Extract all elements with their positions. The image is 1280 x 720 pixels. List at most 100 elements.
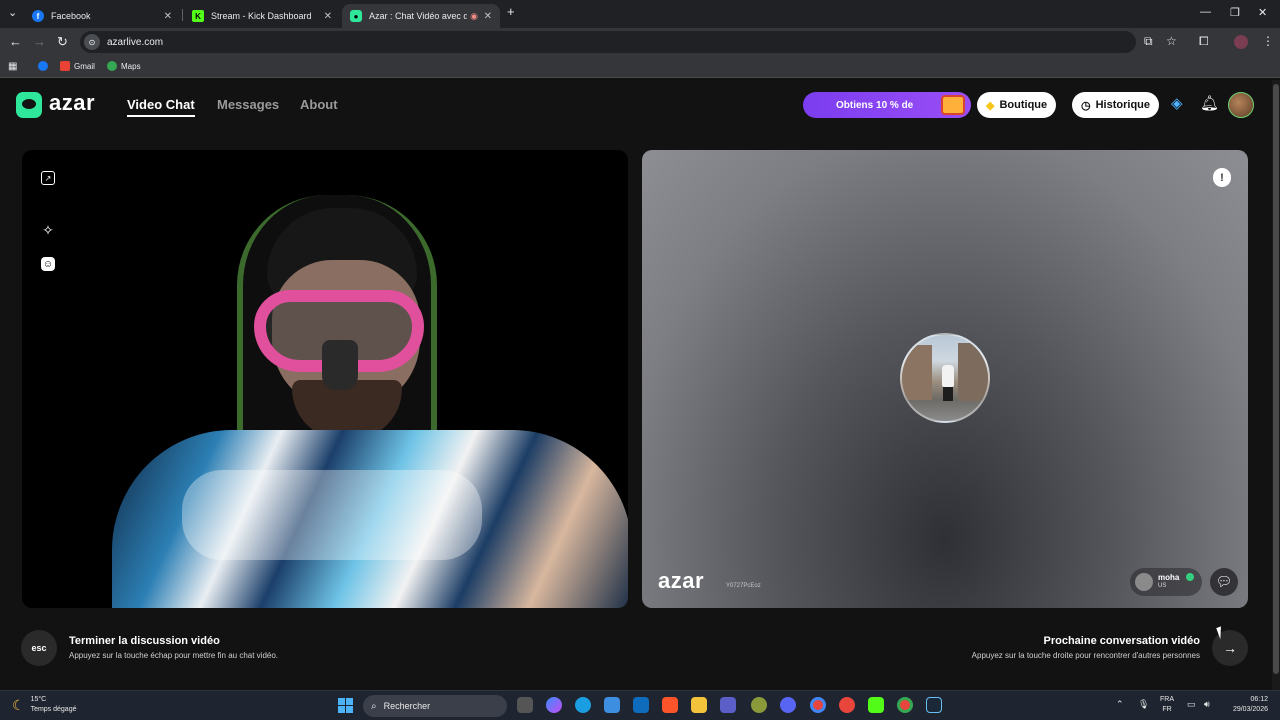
tray-chevron-icon[interactable]: ⌃ [1116,699,1124,710]
app-icon[interactable] [751,697,767,713]
copilot-icon[interactable] [546,697,562,713]
browser-tab-bar: ⌄ f Facebook ✕ K Stream - Kick Dashboard… [0,0,1280,28]
network-icon[interactable]: ▭ [1187,699,1196,710]
apps-grid-icon[interactable]: ▦ [8,61,17,72]
outlook-icon[interactable] [633,697,649,713]
remote-video-panel: ! azar Y0727PcEoz moha US 💬︎ [642,150,1248,608]
chrome-icon[interactable] [810,697,826,713]
end-call-subtitle: Appuyez sur la touche échap pour mettre … [69,651,279,660]
bookmark-gmail[interactable]: Gmail [60,61,95,71]
close-window-icon[interactable]: ✕ [1258,6,1267,19]
file-explorer-icon[interactable] [691,697,707,713]
chrome-profile-icon[interactable] [839,697,855,713]
promo-text: Obtiens 10 % de [836,99,914,111]
volume-icon[interactable]: 🔊︎ [1204,699,1210,710]
menu-dots-icon[interactable]: ⋮ [1262,34,1274,48]
install-app-icon[interactable]: ⧉ [1144,34,1153,49]
bookmark-star-icon[interactable]: ☆ [1166,34,1177,48]
new-tab-icon[interactable]: + [507,4,515,19]
kick-studio-icon[interactable] [868,697,884,713]
remote-user-id: Y0727PcEoz [726,583,761,589]
back-icon[interactable]: ← [9,34,22,49]
sticker-icon[interactable]: ☺ [40,256,56,272]
site-info-icon[interactable]: ⊙ [84,34,100,50]
remote-user-chip[interactable]: moha US [1130,568,1202,596]
next-call-title: Prochaine conversation vidéo [1043,635,1201,647]
next-call-subtitle: Appuyez sur la touche droite pour rencon… [971,651,1200,660]
input-language[interactable]: FRA FR [1160,695,1174,715]
recording-icon: ◉ [470,10,478,21]
azar-logo-text[interactable]: azar [49,90,95,116]
user-avatar[interactable] [1228,92,1254,118]
reload-icon[interactable]: ↻ [57,34,68,50]
weather-condition: Temps dégagé [30,706,77,713]
facebook-icon [38,61,48,71]
remote-country: US [1158,583,1167,589]
diving-mask-nose [322,340,358,390]
extensions-icon[interactable]: ⧠ [1199,34,1209,49]
taskbar-clock[interactable]: 06:12 29/03/2026 [1228,695,1268,715]
weather-temp: 15°C [30,696,47,703]
steam-icon[interactable] [926,697,942,713]
next-arrow-button[interactable]: → [1212,630,1248,666]
weather-widget[interactable]: ☾ 15°C Temps dégagé [12,695,76,715]
bell-icon[interactable]: 🔔︎ [1200,94,1219,112]
chat-bubble-icon[interactable]: 💬︎ [1210,568,1238,596]
history-button[interactable]: ◷ Historique [1072,92,1160,118]
taskbar-search[interactable]: ⌕ Rechercher [363,695,507,717]
end-call-title: Terminer la discussion vidéo [69,635,220,647]
close-icon[interactable]: ✕ [324,11,332,22]
edge-icon[interactable] [575,697,591,713]
tab-azar[interactable]: ● Azar : Chat Vidéo avec de n ◉ ✕ [342,4,500,28]
tab-divider [182,9,183,21]
tab-facebook[interactable]: f Facebook ✕ [24,4,180,28]
bookmark-maps[interactable]: Maps [107,61,141,71]
restore-icon[interactable]: ❐ [1230,6,1240,19]
windows-start-icon[interactable] [338,698,353,713]
maps-icon [107,61,117,71]
tab-kick[interactable]: K Stream - Kick Dashboard ✕ [184,4,340,28]
search-placeholder: Rechercher [383,701,431,711]
azar-header: azar Video Chat Messages About Obtiens 1… [0,80,1270,130]
clock-icon: ◷ [1081,99,1091,112]
scrollbar-thumb[interactable] [1273,84,1279,674]
tab-title: Stream - Kick Dashboard [211,11,312,21]
minimize-icon[interactable]: — [1200,6,1211,18]
promo-banner[interactable]: Obtiens 10 % de [803,92,971,118]
omnibox[interactable]: ⊙ azarlive.com [80,31,1136,53]
store-icon[interactable] [604,697,620,713]
task-view-icon[interactable] [517,697,533,713]
address-bar-row: ← → ↻ ⊙ azarlive.com ⧉ ☆ ⧠ ⋮ [0,28,1280,56]
remote-profile-photo [900,333,990,423]
remote-username: moha [1158,573,1180,582]
kick-icon: K [192,10,204,22]
chrome-alt-icon[interactable] [897,697,913,713]
forward-icon[interactable]: → [33,34,46,49]
windows-taskbar: ☾ 15°C Temps dégagé ⌕ Rechercher ⌃ 🎙︎ FR… [0,690,1280,720]
brave-icon[interactable] [662,697,678,713]
report-shield-icon[interactable]: ! [1213,168,1231,187]
close-icon[interactable]: ✕ [164,11,172,22]
magic-wand-icon[interactable]: ✧ [40,222,56,238]
nav-messages[interactable]: Messages [217,97,279,112]
tab-search-icon[interactable]: ⌄ [8,6,17,19]
microphone-icon[interactable]: 🎙︎ [1138,699,1149,710]
end-call-button[interactable]: esc [21,630,57,666]
tab-title: Facebook [51,11,91,21]
discord-icon[interactable] [780,697,796,713]
nav-about[interactable]: About [300,97,338,112]
expand-icon[interactable]: ↗ [40,170,56,186]
teams-icon[interactable] [720,697,736,713]
azar-logo-icon[interactable] [16,92,42,118]
close-icon[interactable]: ✕ [484,11,492,22]
bookmark-label: Maps [121,61,141,71]
azar-watermark: azar [658,568,705,593]
profile-avatar[interactable] [1234,35,1248,49]
shop-label: Boutique [999,99,1048,111]
bookmark-facebook[interactable] [38,61,52,71]
gems-icon[interactable]: ◈ [1171,94,1183,112]
shop-button[interactable]: ◆ Boutique [977,92,1057,118]
nav-video-chat[interactable]: Video Chat [127,97,195,117]
verified-badge-icon [1186,573,1194,581]
bookmark-label: Gmail [74,61,95,71]
